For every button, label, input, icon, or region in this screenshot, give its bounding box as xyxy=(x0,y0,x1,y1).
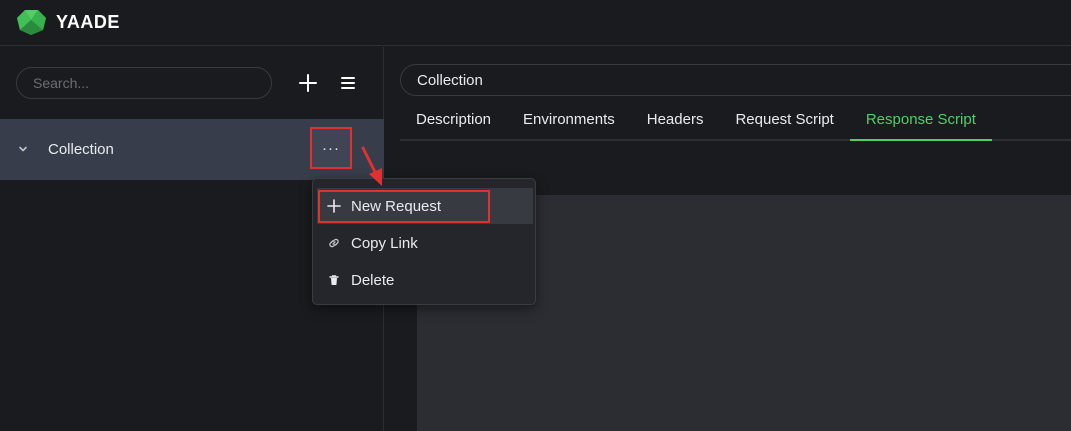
tab-headers[interactable]: Headers xyxy=(631,101,720,141)
menu-item-label: Copy Link xyxy=(351,234,418,252)
tab-response-script[interactable]: Response Script xyxy=(849,101,992,141)
menu-item-new-request[interactable]: New Request xyxy=(317,188,533,224)
app-brand: YAADE xyxy=(56,12,120,32)
plus-icon xyxy=(327,199,341,213)
gem-logo-icon xyxy=(17,10,46,35)
tab-request-script[interactable]: Request Script xyxy=(719,101,849,141)
tab-description[interactable]: Description xyxy=(400,101,507,141)
hamburger-icon xyxy=(341,77,355,89)
collection-actions-button[interactable]: ··· xyxy=(310,127,352,169)
menu-item-label: Delete xyxy=(351,271,395,289)
menu-item-copy-link[interactable]: Copy Link xyxy=(317,225,533,261)
search-input[interactable] xyxy=(16,67,272,99)
collection-row[interactable]: Collection ··· xyxy=(0,119,384,180)
menu-item-delete[interactable]: Delete xyxy=(317,262,533,298)
tab-bar: Description Environments Headers Request… xyxy=(400,101,1071,141)
collection-name-input[interactable] xyxy=(400,64,1071,96)
menu-item-label: New Request xyxy=(351,197,442,215)
link-icon xyxy=(327,236,341,250)
app-header: YAADE xyxy=(0,0,1071,46)
plus-icon xyxy=(299,74,317,92)
tab-environments[interactable]: Environments xyxy=(507,101,631,141)
add-collection-button[interactable] xyxy=(296,71,320,95)
trash-icon xyxy=(327,273,341,287)
collection-context-menu: New Request Copy Link Delete xyxy=(312,178,536,305)
chevron-down-icon[interactable] xyxy=(16,142,30,156)
collection-label: Collection xyxy=(48,141,114,158)
more-icon: ··· xyxy=(322,139,340,157)
sidebar-menu-button[interactable] xyxy=(336,71,360,95)
